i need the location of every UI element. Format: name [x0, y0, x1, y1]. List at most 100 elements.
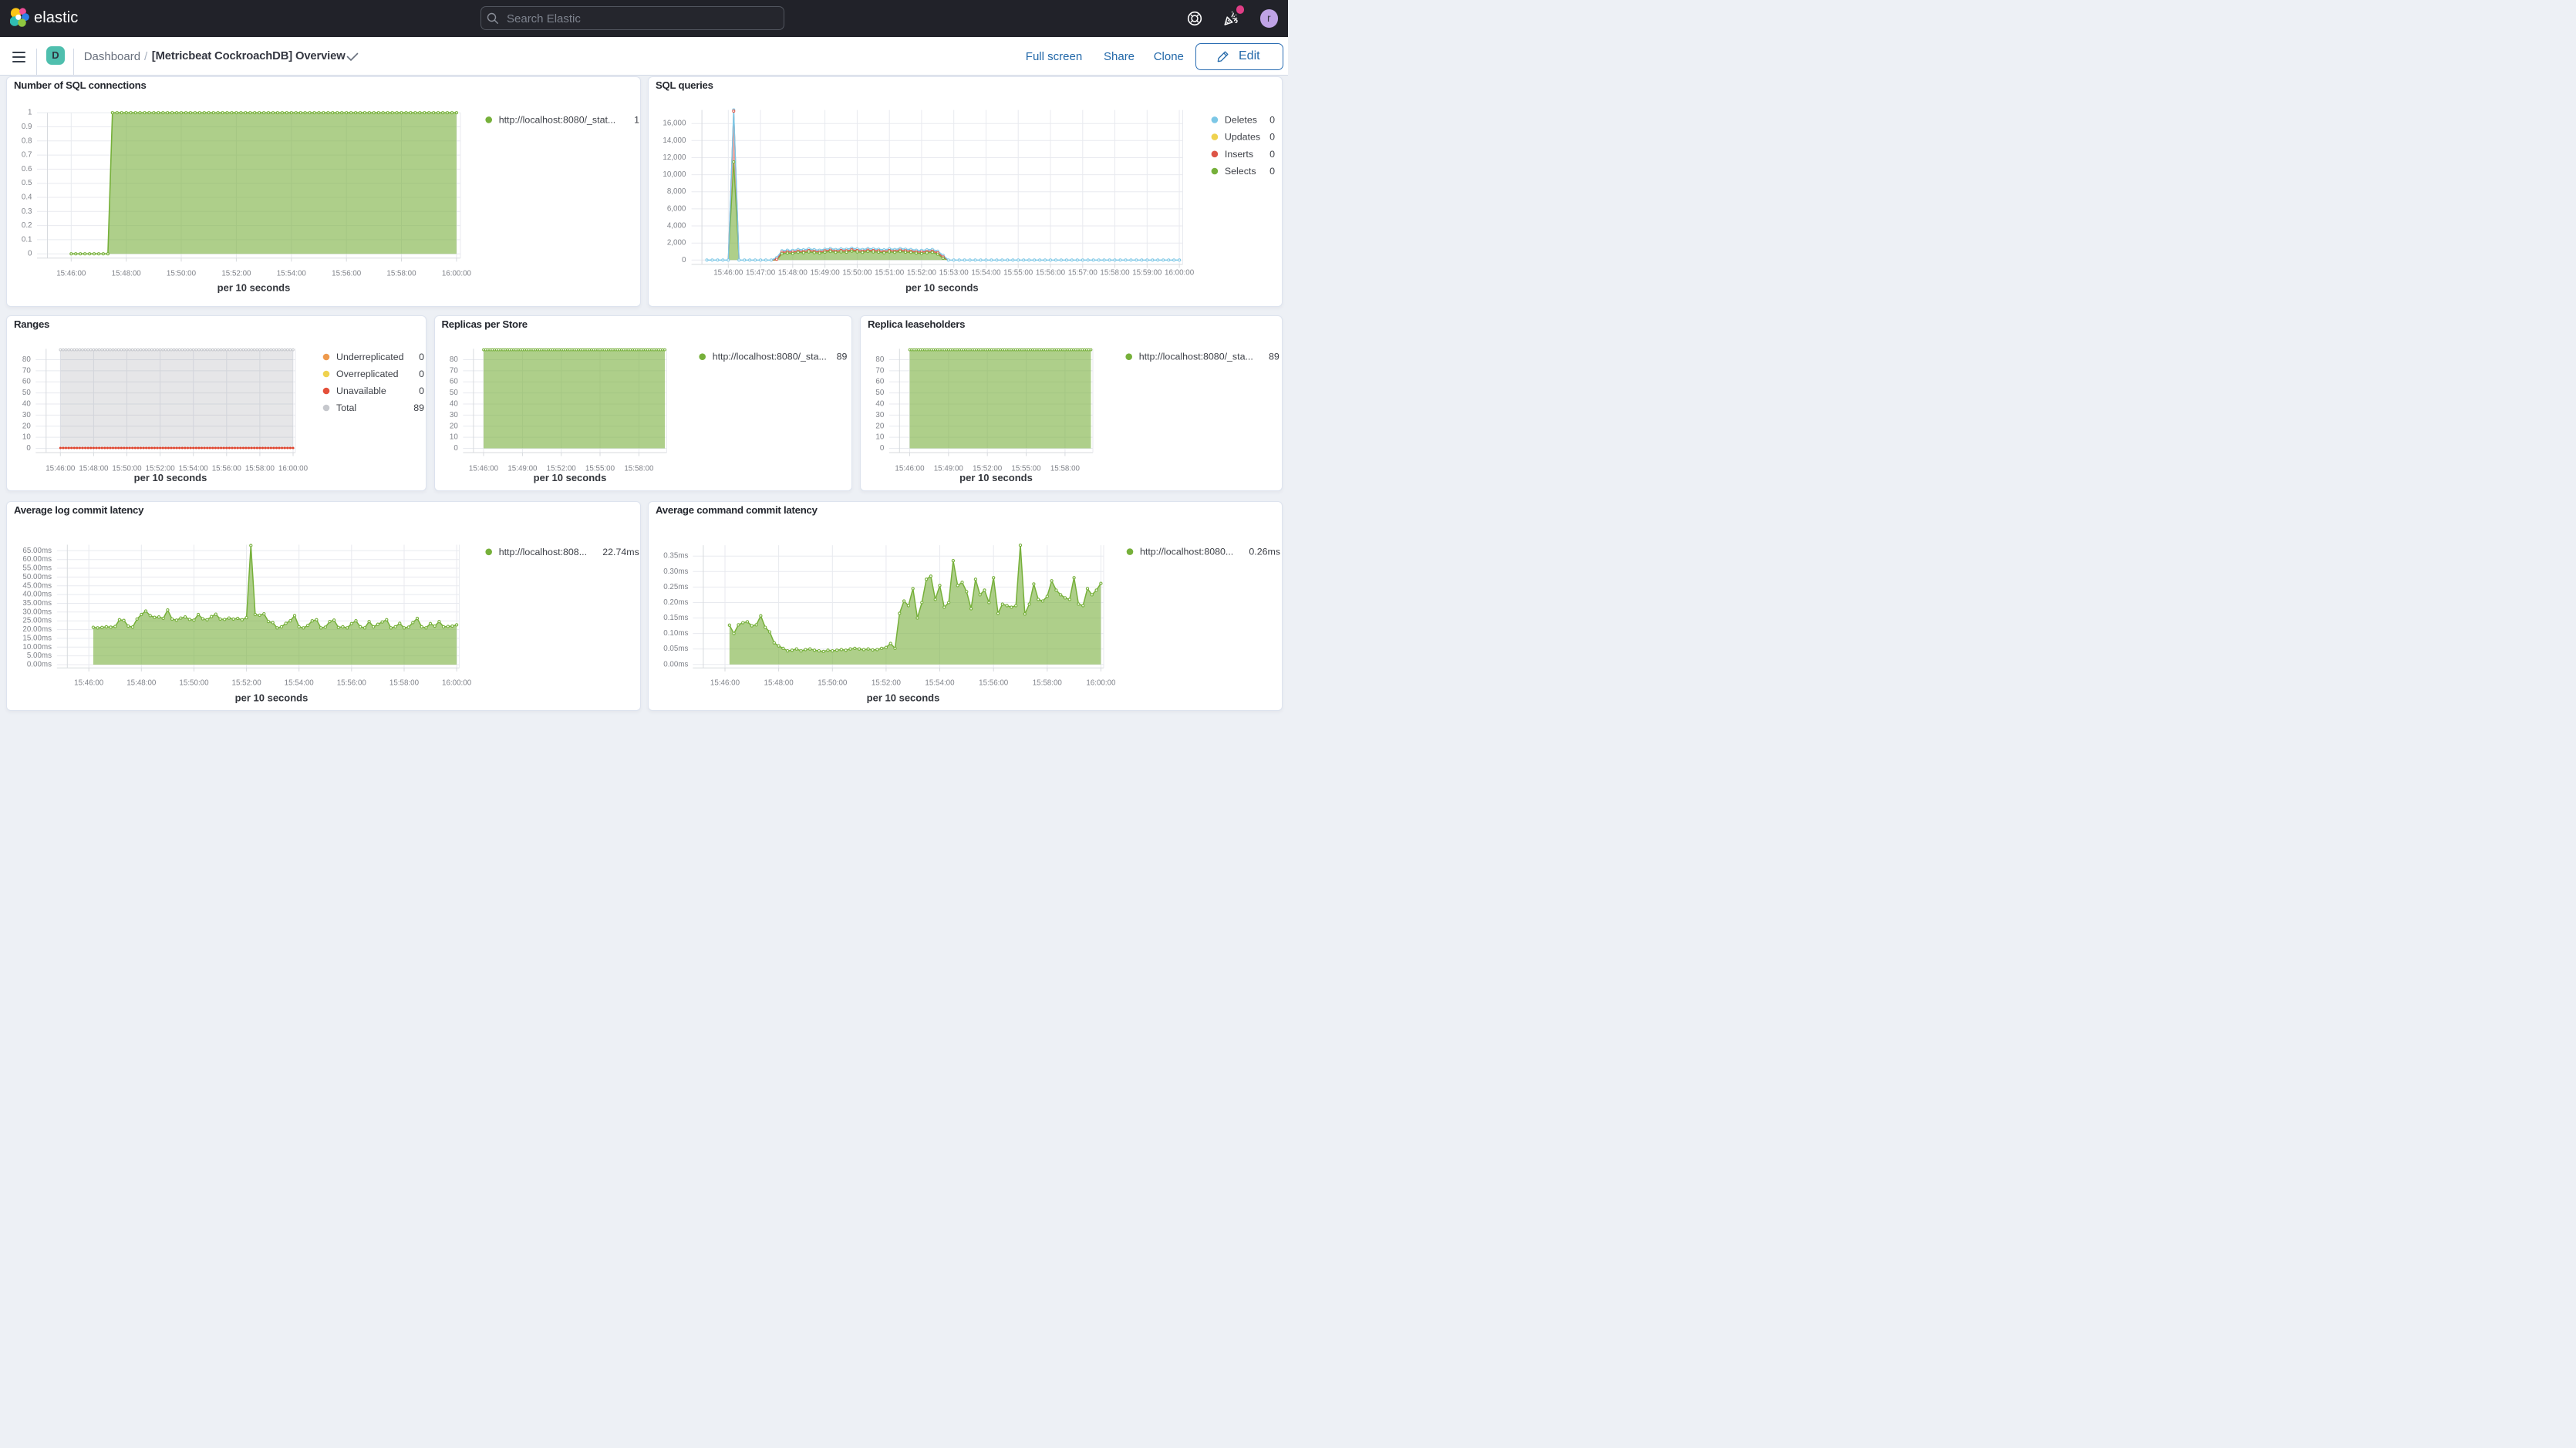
svg-text:50: 50 [22, 389, 31, 397]
svg-text:10: 10 [875, 433, 884, 442]
svg-text:15:52:00: 15:52:00 [872, 679, 902, 688]
svg-text:60: 60 [450, 378, 458, 386]
svg-text:Updates: Updates [1225, 132, 1260, 143]
svg-text:per 10 seconds: per 10 seconds [905, 282, 979, 294]
svg-text:0: 0 [453, 444, 458, 453]
svg-text:0: 0 [1269, 166, 1275, 177]
svg-text:15:50:00: 15:50:00 [167, 270, 197, 278]
svg-text:15.00ms: 15.00ms [22, 634, 52, 642]
svg-text:15:54:00: 15:54:00 [285, 679, 315, 688]
svg-text:15:54:00: 15:54:00 [925, 679, 955, 688]
svg-text:5.00ms: 5.00ms [27, 652, 52, 660]
svg-text:15:59:00: 15:59:00 [1132, 269, 1162, 278]
svg-text:0: 0 [419, 369, 424, 379]
svg-text:8,000: 8,000 [667, 187, 686, 196]
svg-text:0.26ms: 0.26ms [1249, 547, 1280, 557]
svg-text:80: 80 [22, 355, 31, 364]
svg-text:15:58:00: 15:58:00 [245, 465, 275, 473]
svg-text:10: 10 [22, 433, 31, 442]
svg-text:15:50:00: 15:50:00 [818, 679, 848, 688]
svg-text:30: 30 [875, 411, 884, 419]
svg-text:0.7: 0.7 [22, 151, 32, 160]
svg-text:0.30ms: 0.30ms [663, 567, 688, 576]
svg-text:15:56:00: 15:56:00 [1036, 269, 1066, 278]
svg-text:50.00ms: 50.00ms [22, 573, 52, 581]
svg-text:0: 0 [880, 444, 885, 453]
svg-text:89: 89 [1269, 352, 1280, 362]
svg-text:0.1: 0.1 [22, 235, 32, 244]
svg-text:Unavailable: Unavailable [336, 386, 386, 396]
svg-text:25.00ms: 25.00ms [22, 617, 52, 625]
svg-text:15:52:00: 15:52:00 [232, 679, 262, 688]
svg-text:1: 1 [28, 109, 32, 117]
svg-text:0: 0 [419, 386, 424, 396]
svg-text:50: 50 [450, 389, 458, 397]
svg-text:15:51:00: 15:51:00 [875, 269, 905, 278]
svg-text:15:48:00: 15:48:00 [126, 679, 157, 688]
svg-text:15:52:00: 15:52:00 [907, 269, 937, 278]
svg-text:0: 0 [419, 352, 424, 362]
svg-text:40.00ms: 40.00ms [22, 591, 52, 599]
svg-text:16:00:00: 16:00:00 [442, 270, 472, 278]
svg-text:30: 30 [22, 411, 31, 419]
svg-text:Inserts: Inserts [1225, 149, 1253, 160]
svg-text:15:56:00: 15:56:00 [337, 679, 367, 688]
svg-text:16:00:00: 16:00:00 [278, 465, 309, 473]
svg-text:15:58:00: 15:58:00 [1050, 465, 1081, 473]
svg-text:55.00ms: 55.00ms [22, 564, 52, 573]
svg-text:80: 80 [875, 355, 884, 364]
svg-text:per 10 seconds: per 10 seconds [134, 472, 207, 483]
svg-text:89: 89 [837, 352, 848, 362]
svg-text:Overreplicated: Overreplicated [336, 369, 399, 379]
svg-text:14,000: 14,000 [663, 136, 686, 145]
svg-text:15:46:00: 15:46:00 [56, 270, 86, 278]
svg-text:http://localhost:8080/_sta...: http://localhost:8080/_sta... [1139, 352, 1253, 362]
svg-text:15:58:00: 15:58:00 [386, 270, 416, 278]
svg-text:15:54:00: 15:54:00 [971, 269, 1001, 278]
svg-text:40: 40 [22, 400, 31, 409]
svg-text:15:56:00: 15:56:00 [212, 465, 242, 473]
svg-text:0.25ms: 0.25ms [663, 583, 688, 591]
svg-text:15:50:00: 15:50:00 [842, 269, 872, 278]
svg-text:0.00ms: 0.00ms [27, 661, 52, 669]
svg-text:70: 70 [875, 366, 884, 375]
svg-text:15:58:00: 15:58:00 [389, 679, 420, 688]
svg-text:15:54:00: 15:54:00 [277, 270, 307, 278]
svg-text:15:55:00: 15:55:00 [1003, 269, 1033, 278]
svg-text:15:46:00: 15:46:00 [74, 679, 104, 688]
svg-text:0.15ms: 0.15ms [663, 614, 688, 622]
svg-text:60: 60 [875, 378, 884, 386]
svg-text:0: 0 [28, 250, 32, 258]
svg-text:15:58:00: 15:58:00 [624, 465, 654, 473]
svg-text:0: 0 [1269, 114, 1275, 125]
svg-text:Total: Total [336, 402, 356, 413]
svg-text:70: 70 [22, 366, 31, 375]
svg-text:per 10 seconds: per 10 seconds [235, 692, 309, 704]
svg-text:2,000: 2,000 [667, 239, 686, 248]
svg-text:20: 20 [450, 422, 458, 430]
svg-text:15:46:00: 15:46:00 [895, 465, 925, 473]
svg-text:0.10ms: 0.10ms [663, 629, 688, 638]
svg-text:20: 20 [875, 422, 884, 430]
svg-text:per 10 seconds: per 10 seconds [959, 472, 1033, 483]
svg-text:35.00ms: 35.00ms [22, 599, 52, 608]
svg-text:10: 10 [450, 433, 458, 442]
svg-text:15:52:00: 15:52:00 [221, 270, 251, 278]
svg-text:89: 89 [413, 402, 424, 413]
svg-text:0.20ms: 0.20ms [663, 598, 688, 607]
svg-text:0: 0 [1269, 149, 1275, 160]
svg-text:22.74ms: 22.74ms [602, 547, 639, 557]
svg-text:15:56:00: 15:56:00 [332, 270, 362, 278]
svg-text:30: 30 [450, 411, 458, 419]
svg-text:http://localhost:8080/_sta...: http://localhost:8080/_sta... [713, 352, 827, 362]
svg-text:65.00ms: 65.00ms [22, 547, 52, 555]
svg-text:0.05ms: 0.05ms [663, 645, 688, 653]
svg-text:16:00:00: 16:00:00 [442, 679, 472, 688]
svg-text:15:46:00: 15:46:00 [713, 269, 743, 278]
svg-text:0: 0 [26, 444, 31, 453]
svg-text:15:48:00: 15:48:00 [79, 465, 109, 473]
svg-text:20.00ms: 20.00ms [22, 625, 52, 634]
svg-text:0.3: 0.3 [22, 207, 32, 216]
svg-text:1: 1 [634, 114, 639, 125]
svg-text:10,000: 10,000 [663, 170, 686, 179]
